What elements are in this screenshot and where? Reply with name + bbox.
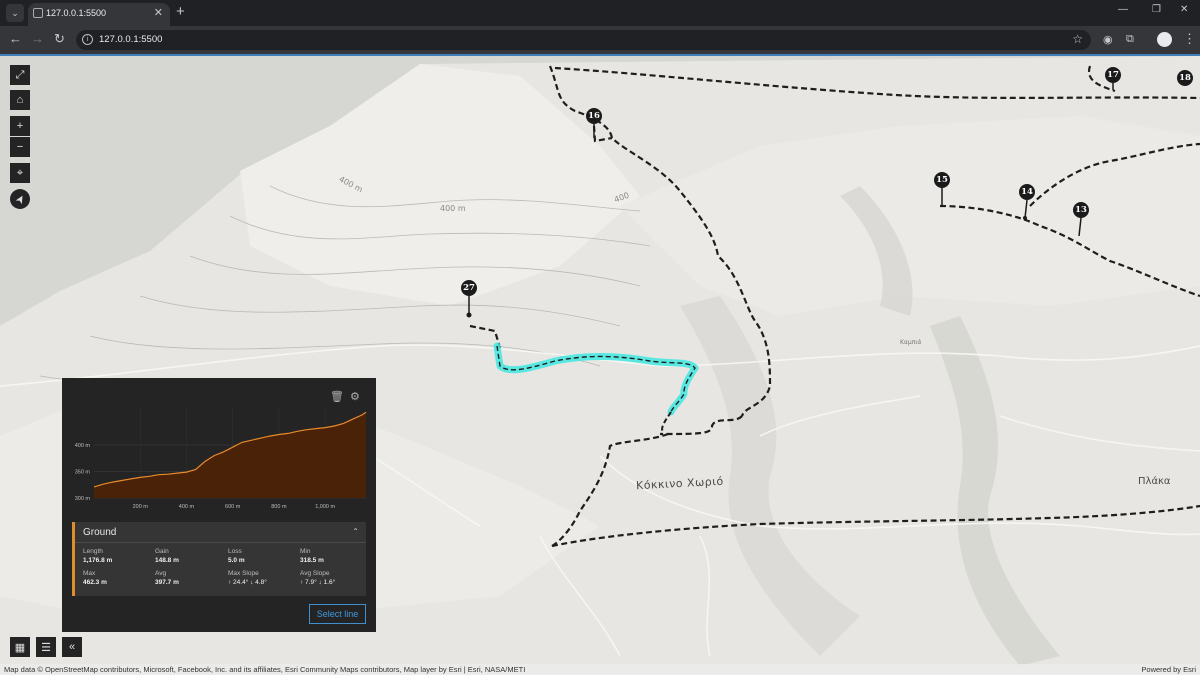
contour-label: 400 m — [440, 204, 466, 213]
tab-close-icon[interactable]: ✕ — [154, 6, 163, 19]
x-tick-label: 600 m — [225, 504, 241, 510]
stat-label-loss: Loss — [228, 548, 242, 555]
browser-toolbar: ← → ↻ i 127.0.0.1:5500 ☆ ◉ ⧉ ⋮ — [0, 26, 1200, 54]
site-info-icon[interactable]: i — [82, 34, 93, 45]
layer-list-icon[interactable]: ☰ — [36, 637, 56, 657]
delete-trash-icon[interactable]: 🗑 — [330, 390, 344, 403]
extension-icon[interactable]: ◉ — [1103, 33, 1113, 46]
waypoint-pin-15[interactable]: 15 — [934, 172, 950, 188]
stat-value-length: 1,176.8 m — [83, 557, 113, 564]
y-tick-label: 300 m — [75, 496, 91, 502]
elevation-profile-panel: 🗑 ⚙ 300 m 350 m 400 m 200 m 400 m 600 m 800 m 1… — [62, 378, 376, 632]
page-favicon-icon — [33, 8, 43, 18]
zoom-out-minus-icon[interactable]: − — [10, 137, 30, 157]
place-label-plaka: Πλάκα — [1138, 476, 1171, 487]
elevation-chart[interactable]: 300 m 350 m 400 m 200 m 400 m 600 m 800 m 1,000… — [62, 404, 376, 516]
tab-title: 127.0.0.1:5500 — [46, 8, 107, 18]
collapse-chevron-up-icon[interactable]: ⌃ — [352, 527, 359, 536]
powered-by-esri[interactable]: Powered by Esri — [1141, 664, 1196, 675]
stats-title: Ground — [83, 527, 117, 538]
zoom-in-plus-icon[interactable]: + — [10, 116, 30, 136]
place-label-kampia: Καμπιά — [900, 339, 922, 346]
address-bar[interactable]: i 127.0.0.1:5500 ☆ — [76, 30, 1091, 50]
settings-gear-icon[interactable]: ⚙ — [350, 390, 360, 403]
stat-label-length: Length — [83, 548, 103, 555]
collapse-panel-icon[interactable]: « — [62, 637, 82, 657]
forward-arrow-right-icon[interactable]: → — [31, 32, 44, 46]
stat-value-loss: 5.0 m — [228, 557, 245, 564]
stat-value-min: 318.5 m — [300, 557, 324, 564]
stat-label-max: Max — [83, 570, 96, 577]
stat-label-avg: Avg — [155, 570, 167, 577]
waypoint-pin-18[interactable]: 18 — [1177, 70, 1193, 86]
select-line-button[interactable]: Select line — [309, 604, 366, 624]
fullscreen-expand-icon[interactable]: ⤢ — [10, 65, 30, 85]
tab-search-chevron-down-icon[interactable]: ⌄ — [6, 4, 24, 22]
stat-value-avg: 397.7 m — [155, 579, 179, 586]
window-minimize-icon[interactable]: — — [1118, 4, 1128, 15]
browser-tab[interactable]: 127.0.0.1:5500 ✕ — [28, 3, 170, 26]
waypoint-pin-17[interactable]: 17 — [1105, 67, 1121, 83]
locate-icon[interactable]: ⌖ — [10, 163, 30, 183]
profile-avatar[interactable] — [1157, 32, 1172, 47]
home-icon[interactable]: ⌂ — [10, 90, 30, 110]
y-tick-label: 400 m — [75, 443, 91, 449]
divider — [75, 542, 366, 543]
extensions-puzzle-icon[interactable]: ⧉ — [1126, 33, 1134, 46]
waypoint-pin-14[interactable]: 14 — [1019, 184, 1035, 200]
new-tab-plus-icon[interactable]: + — [176, 3, 185, 21]
window-restore-icon[interactable]: ❐ — [1152, 4, 1161, 15]
address-url[interactable]: 127.0.0.1:5500 — [99, 34, 162, 45]
stat-value-max-slope: ↑ 24.4° ↓ 4.8° — [228, 579, 267, 586]
back-arrow-left-icon[interactable]: ← — [9, 32, 22, 46]
x-tick-label: 800 m — [271, 504, 287, 510]
reload-icon[interactable]: ↻ — [54, 32, 65, 46]
browser-tab-bar: ⌄ 127.0.0.1:5500 ✕ + — ❐ ✕ — [0, 0, 1200, 26]
x-tick-label: 200 m — [133, 504, 149, 510]
x-tick-label: 1,000 m — [315, 504, 335, 510]
window-close-icon[interactable]: ✕ — [1180, 4, 1188, 15]
stat-label-min: Min — [300, 548, 311, 555]
stat-value-avg-slope: ↑ 7.9° ↓ 1.6° — [300, 579, 336, 586]
waypoint-pin-16[interactable]: 16 — [586, 108, 602, 124]
waypoint-pin-13[interactable]: 13 — [1073, 202, 1089, 218]
stat-value-gain: 148.8 m — [155, 557, 179, 564]
stat-label-gain: Gain — [155, 548, 169, 555]
browser-menu-kebab-icon[interactable]: ⋮ — [1183, 31, 1196, 47]
stat-label-avg-slope: Avg Slope — [300, 570, 330, 577]
ground-stats-card: Ground ⌃ Length 1,176.8 m Gain 148.8 m L… — [72, 522, 366, 596]
stat-value-max: 462.3 m — [83, 579, 107, 586]
waypoint-pin-27[interactable]: 27 — [461, 280, 477, 296]
bookmark-star-icon[interactable]: ☆ — [1072, 32, 1083, 46]
map-attribution: Map data © OpenStreetMap contributors, M… — [0, 664, 1200, 675]
y-tick-label: 350 m — [75, 470, 91, 476]
qr-code-icon[interactable]: ▦ — [10, 637, 30, 657]
x-tick-label: 400 m — [179, 504, 195, 510]
map-view[interactable]: 27 16 17 18 15 14 13 Κόκκινο Χωριό Πλάκα… — [0, 56, 1200, 675]
attribution-text: Map data © OpenStreetMap contributors, M… — [4, 665, 526, 674]
stat-label-max-slope: Max Slope — [228, 570, 259, 577]
